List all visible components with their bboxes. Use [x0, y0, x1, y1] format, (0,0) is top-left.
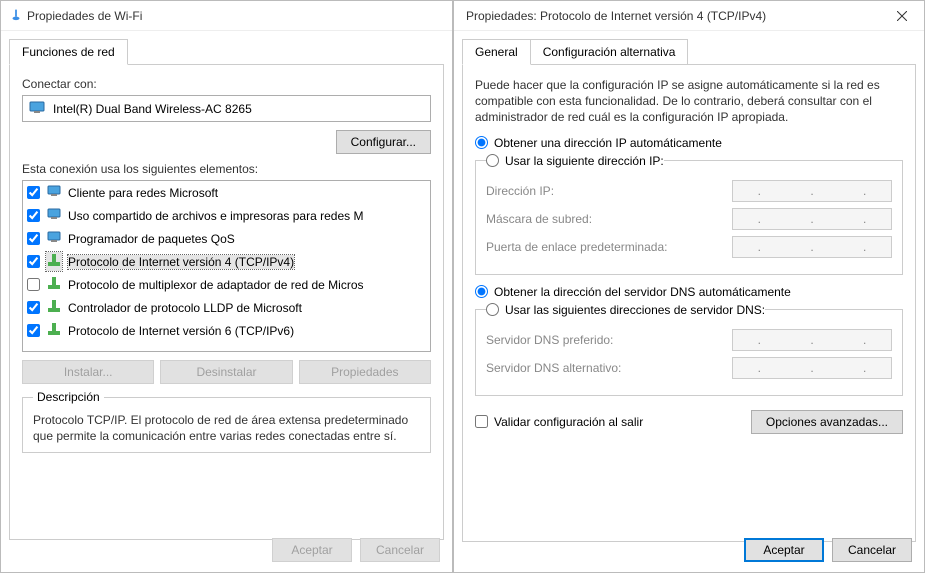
- ipv4-properties-window: Propiedades: Protocolo de Internet versi…: [453, 0, 925, 573]
- intro-text: Puede hacer que la configuración IP se a…: [475, 77, 903, 126]
- network-items-list[interactable]: Cliente para redes Microsoft Uso comparti…: [22, 180, 431, 352]
- cancel-button[interactable]: Cancelar: [360, 538, 440, 562]
- item-checkbox[interactable]: [27, 232, 40, 245]
- advanced-button[interactable]: Opciones avanzadas...: [751, 410, 903, 434]
- configure-button[interactable]: Configurar...: [336, 130, 431, 154]
- client-icon: [46, 183, 62, 202]
- uninstall-button[interactable]: Desinstalar: [160, 360, 292, 384]
- item-checkbox[interactable]: [27, 278, 40, 291]
- item-checkbox[interactable]: [27, 324, 40, 337]
- list-item[interactable]: Uso compartido de archivos e impresoras …: [23, 204, 430, 227]
- ip-address-label: Dirección IP:: [486, 184, 732, 198]
- dns-alternate-input: ...: [732, 357, 892, 379]
- close-icon: [897, 11, 907, 21]
- list-item[interactable]: Controlador de protocolo LLDP de Microso…: [23, 296, 430, 319]
- dns-preferred-label: Servidor DNS preferido:: [486, 333, 732, 347]
- list-item[interactable]: Programador de paquetes QoS: [23, 227, 430, 250]
- adapter-name: Intel(R) Dual Band Wireless-AC 8265: [53, 102, 252, 116]
- wifi-properties-window: Propiedades de Wi-Fi Funciones de red Co…: [0, 0, 453, 573]
- dns-preferred-input: ...: [732, 329, 892, 351]
- protocol-icon: [46, 298, 62, 317]
- gateway-input: ...: [732, 236, 892, 258]
- window-title: Propiedades de Wi-Fi: [23, 9, 444, 23]
- install-button[interactable]: Instalar...: [22, 360, 154, 384]
- ip-manual-radio[interactable]: Usar la siguiente dirección IP:: [486, 154, 664, 168]
- ok-button[interactable]: Aceptar: [272, 538, 352, 562]
- cancel-button[interactable]: Cancelar: [832, 538, 912, 562]
- item-label: Protocolo de Internet versión 6 (TCP/IPv…: [68, 324, 294, 338]
- item-checkbox[interactable]: [27, 255, 40, 268]
- title-bar: Propiedades: Protocolo de Internet versi…: [454, 1, 924, 31]
- tab-alternate-config[interactable]: Configuración alternativa: [530, 39, 689, 65]
- item-label: Cliente para redes Microsoft: [68, 186, 218, 200]
- wifi-icon: [9, 7, 23, 24]
- ip-address-input: ...: [732, 180, 892, 202]
- close-button[interactable]: [879, 1, 924, 31]
- item-label: Uso compartido de archivos e impresoras …: [68, 209, 363, 223]
- validate-checkbox[interactable]: Validar configuración al salir: [475, 415, 643, 429]
- description-text: Protocolo TCP/IP. El protocolo de red de…: [33, 412, 420, 444]
- tab-general[interactable]: General: [462, 39, 531, 65]
- item-checkbox[interactable]: [27, 301, 40, 314]
- item-checkbox[interactable]: [27, 186, 40, 199]
- list-item[interactable]: Protocolo de Internet versión 6 (TCP/IPv…: [23, 319, 430, 342]
- ip-auto-radio[interactable]: Obtener una dirección IP automáticamente: [475, 136, 903, 150]
- subnet-mask-label: Máscara de subred:: [486, 212, 732, 226]
- items-label: Esta conexión usa los siguientes element…: [22, 162, 431, 176]
- description-fieldset: Descripción Protocolo TCP/IP. El protoco…: [22, 390, 431, 453]
- dns-alternate-label: Servidor DNS alternativo:: [486, 361, 732, 375]
- dns-auto-radio[interactable]: Obtener la dirección del servidor DNS au…: [475, 285, 903, 299]
- dns-manual-radio[interactable]: Usar las siguientes direcciones de servi…: [486, 303, 765, 317]
- title-bar: Propiedades de Wi-Fi: [1, 1, 452, 31]
- subnet-mask-input: ...: [732, 208, 892, 230]
- item-label: Protocolo de multiplexor de adaptador de…: [68, 278, 364, 292]
- protocol-icon: [46, 275, 62, 294]
- gateway-label: Puerta de enlace predeterminada:: [486, 240, 732, 254]
- protocol-icon: [46, 321, 62, 340]
- item-label: Programador de paquetes QoS: [68, 232, 235, 246]
- client-icon: [46, 206, 62, 225]
- window-title: Propiedades: Protocolo de Internet versi…: [462, 9, 879, 23]
- protocol-icon: [46, 252, 62, 271]
- client-icon: [46, 229, 62, 248]
- ok-button[interactable]: Aceptar: [744, 538, 824, 562]
- list-item[interactable]: Protocolo de multiplexor de adaptador de…: [23, 273, 430, 296]
- connect-with-label: Conectar con:: [22, 77, 431, 91]
- description-legend: Descripción: [33, 390, 104, 404]
- item-properties-button[interactable]: Propiedades: [299, 360, 431, 384]
- list-item[interactable]: Protocolo de Internet versión 4 (TCP/IPv…: [23, 250, 430, 273]
- item-checkbox[interactable]: [27, 209, 40, 222]
- tab-network-functions[interactable]: Funciones de red: [9, 39, 128, 65]
- item-label: Controlador de protocolo LLDP de Microso…: [68, 301, 302, 315]
- list-item[interactable]: Cliente para redes Microsoft: [23, 181, 430, 204]
- adapter-icon: [29, 100, 47, 117]
- item-label: Protocolo de Internet versión 4 (TCP/IPv…: [68, 255, 294, 269]
- adapter-display: Intel(R) Dual Band Wireless-AC 8265: [22, 95, 431, 122]
